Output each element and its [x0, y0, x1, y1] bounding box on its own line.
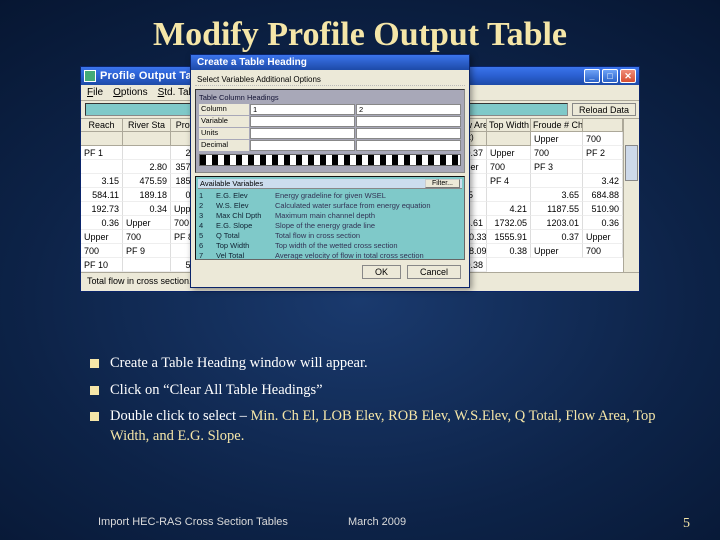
vertical-scrollbar[interactable] — [623, 119, 639, 272]
column-header: Reach — [81, 119, 123, 132]
ok-button[interactable]: OK — [362, 265, 401, 279]
cell-vel: 2.80 — [123, 160, 171, 174]
create-table-heading-dialog: Create a Table Heading Select Variables … — [190, 54, 470, 288]
cell-area: 584.11 — [81, 188, 123, 202]
cell-sta: 700 — [487, 160, 531, 174]
cell-vel: 4.21 — [487, 202, 531, 216]
cell-sta: 700 — [583, 132, 623, 146]
cell-q — [123, 258, 171, 272]
col-1[interactable]: 1 — [250, 104, 355, 115]
available-variables-label: Available Variables — [200, 179, 263, 188]
bullet-3: Double click to select – Min. Ch El, LOB… — [88, 407, 672, 446]
column-subheader — [487, 132, 531, 146]
cell-area: 475.59 — [123, 174, 171, 188]
cell-profile: PF 3 — [531, 160, 583, 174]
slide-footer: Import HEC-RAS Cross Section Tables Marc… — [0, 516, 720, 532]
close-button[interactable]: ✕ — [620, 69, 636, 83]
cell-q — [487, 188, 531, 202]
maximize-button[interactable]: □ — [602, 69, 618, 83]
variable-item[interactable]: 5Q TotalTotal flow in cross section — [198, 231, 462, 241]
filter-button[interactable]: Filter... — [425, 179, 460, 188]
bullet-list: Create a Table Heading window will appea… — [48, 354, 672, 446]
cell-area: 1732.05 — [487, 216, 531, 230]
footer-left: Import HEC-RAS Cross Section Tables — [98, 516, 348, 532]
cell-froude: 0.38 — [487, 244, 531, 258]
cell-vel: 3.15 — [81, 174, 123, 188]
cell-reach: Upper — [531, 244, 583, 258]
variable-item[interactable]: 4E.G. SlopeSlope of the energy grade lin… — [198, 221, 462, 231]
cell-reach: Upper — [583, 230, 623, 244]
cell-q — [583, 160, 623, 174]
cell-sta: 700 — [81, 244, 123, 258]
cancel-button[interactable]: Cancel — [407, 265, 461, 279]
cell-q — [531, 174, 583, 188]
cell-profile: PF 9 — [123, 244, 171, 258]
cell-profile: PF 4 — [487, 174, 531, 188]
variable-item[interactable]: 1E.G. ElevEnergy gradeline for given WSE… — [198, 191, 462, 201]
column-subheader — [123, 132, 171, 146]
cell-area: 1187.55 — [531, 202, 583, 216]
cell-profile: PF 10 — [81, 258, 123, 272]
row-variable: Variable — [199, 116, 249, 127]
dialog-tabs[interactable]: Select Variables Additional Options — [195, 74, 465, 86]
panel-label: Table Column Headings — [199, 93, 461, 102]
column-header: River Sta — [123, 119, 171, 132]
cell-sta: 700 — [531, 146, 583, 160]
col-label: Column — [199, 104, 249, 115]
cell-sta: 700 — [583, 244, 623, 258]
cell-topwidth: 189.18 — [123, 188, 171, 202]
cell-froude: 0.36 — [583, 216, 623, 230]
cell-reach: Upper — [123, 216, 171, 230]
bullet-2: Click on “Clear All Table Headings” — [88, 381, 672, 401]
cell-vel: 3.65 — [531, 188, 583, 202]
cell-profile: PF 1 — [81, 146, 123, 160]
reload-data-button[interactable]: Reload Data — [572, 103, 636, 116]
variable-item[interactable]: 2W.S. ElevCalculated water surface from … — [198, 201, 462, 211]
cell-sta: 700 — [123, 230, 171, 244]
cell-topwidth: 1555.91 — [487, 230, 531, 244]
cell-q — [81, 160, 123, 174]
column-subheader — [583, 119, 623, 132]
col-2[interactable]: 2 — [356, 104, 461, 115]
table-column-headings-panel: Table Column Headings Column 1 2 Variabl… — [195, 89, 465, 173]
cell-froude: 0.34 — [123, 202, 171, 216]
cell-area: 684.88 — [583, 188, 623, 202]
cell-topwidth: 1203.01 — [531, 216, 583, 230]
bullet-1: Create a Table Heading window will appea… — [88, 354, 672, 374]
heading-grid[interactable]: Column 1 2 Variable Units Decimal — [199, 104, 461, 151]
slide-title: Modify Profile Output Table — [0, 0, 720, 62]
column-preview-strip — [199, 154, 461, 166]
cell-froude: 0.37 — [531, 230, 583, 244]
column-header: Froude # Ch — [531, 119, 583, 132]
column-subheader — [81, 132, 123, 146]
cell-topwidth: 510.90 — [583, 202, 623, 216]
cell-reach: Upper — [81, 230, 123, 244]
variable-item[interactable]: 6Top WidthTop width of the wetted cross … — [198, 241, 462, 251]
cell-profile: PF 2 — [583, 146, 623, 160]
cell-reach: Upper — [487, 146, 531, 160]
cell-froude: 0.36 — [81, 216, 123, 230]
cell-vel: 3.42 — [583, 174, 623, 188]
minimize-button[interactable]: _ — [584, 69, 600, 83]
available-variables-list[interactable]: Available Variables Filter... 1E.G. Elev… — [195, 176, 465, 260]
row-decimal: Decimal — [199, 140, 249, 151]
menu-file[interactable]: File — [87, 87, 103, 98]
cell-topwidth: 192.73 — [81, 202, 123, 216]
variable-item[interactable]: 7Vel TotalAverage velocity of flow in to… — [198, 251, 462, 260]
column-header: Top Width — [487, 119, 531, 132]
footer-center: March 2009 — [348, 516, 683, 532]
app-icon — [84, 70, 96, 82]
row-units: Units — [199, 128, 249, 139]
dialog-title[interactable]: Create a Table Heading — [191, 55, 469, 70]
cell-q — [123, 146, 171, 160]
screenshot-stack: Profile Output Tab _ □ ✕ File Options St… — [80, 66, 640, 336]
variable-item[interactable]: 3Max Chl DpthMaximum main channel depth — [198, 211, 462, 221]
cell-reach: Upper — [531, 132, 583, 146]
page-number: 5 — [683, 516, 690, 532]
menu-options[interactable]: Options — [113, 87, 147, 98]
